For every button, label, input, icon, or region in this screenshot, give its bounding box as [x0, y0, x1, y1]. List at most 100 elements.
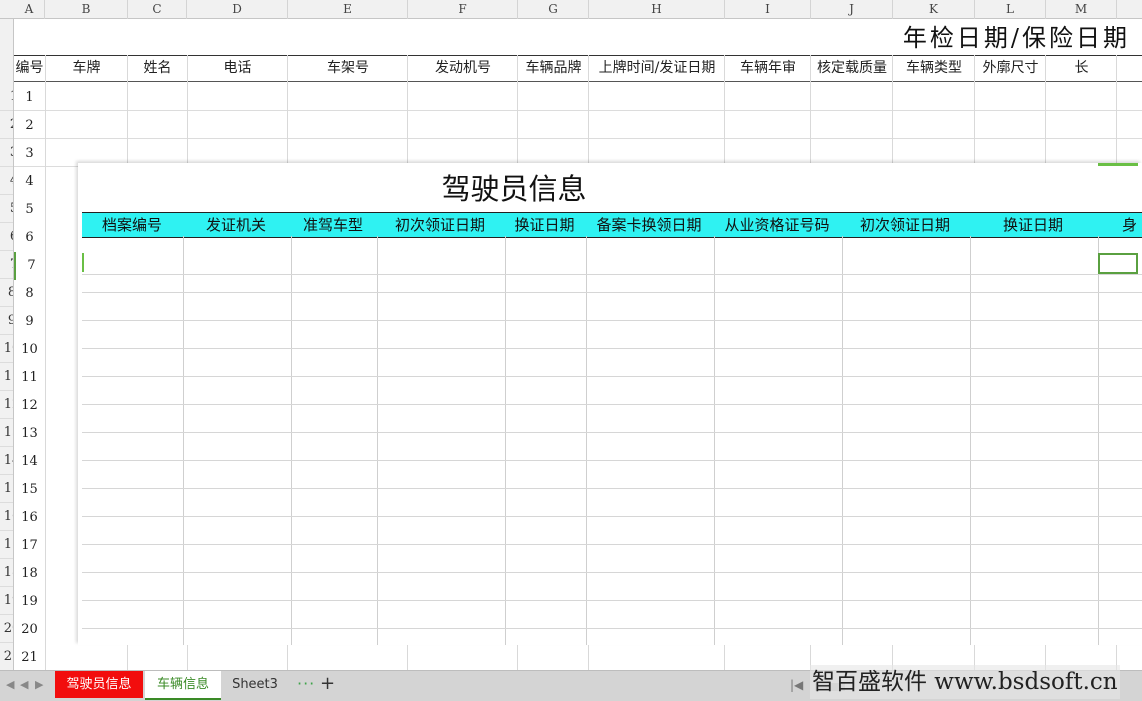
row-header-14[interactable]: 14 [0, 447, 13, 475]
row-header-15[interactable]: 15 [0, 475, 13, 503]
row-label-4[interactable]: 4 [14, 168, 45, 196]
ov-header-renewal-date-2[interactable]: 换证日期 [969, 213, 1097, 237]
row-label-20[interactable]: 20 [14, 616, 45, 644]
ov-header-first-license-date-2[interactable]: 初次领证日期 [841, 213, 969, 237]
row-label-7[interactable]: 7 [14, 252, 47, 280]
header-cell-engine[interactable]: 发动机号 [408, 56, 518, 81]
row-header-5[interactable]: 5 [0, 195, 13, 223]
row-labels: 1 2 3 4 5 6 7 8 9 10 11 12 13 14 15 16 1… [14, 84, 45, 670]
more-sheets-icon[interactable]: ··· [297, 674, 315, 693]
row-header-12[interactable]: 12 [0, 391, 13, 419]
column-header-a[interactable]: A [14, 0, 45, 19]
row-header-4[interactable]: 4 [0, 167, 13, 195]
tab-driver-info[interactable]: 驾驶员信息 [55, 671, 143, 698]
row-label-17[interactable]: 17 [14, 532, 45, 560]
header-cell-load[interactable]: 核定载质量 [811, 56, 893, 81]
first-sheet-icon[interactable]: ◀ [6, 678, 14, 691]
driver-info-header-row: 档案编号 发证机关 准驾车型 初次领证日期 换证日期 备案卡换领日期 从业资格证… [82, 212, 1142, 238]
row-label-3[interactable]: 3 [14, 140, 45, 168]
row-label-8[interactable]: 8 [14, 280, 45, 308]
row-header-6[interactable]: 6 [0, 223, 13, 251]
ov-header-qualification-no[interactable]: 从业资格证号码 [713, 213, 841, 237]
ov-hline [82, 600, 1142, 601]
header-cell-annual-review[interactable]: 车辆年审 [725, 56, 811, 81]
header-cell-plate[interactable]: 车牌 [45, 56, 128, 81]
row-label-9[interactable]: 9 [14, 308, 45, 336]
ov-vline [586, 236, 587, 645]
ov-header-file-no[interactable]: 档案编号 [82, 213, 182, 237]
header-cell-vehicle-type[interactable]: 车辆类型 [893, 56, 975, 81]
row-header-3[interactable]: 3 [0, 139, 13, 167]
prev-sheet-icon[interactable]: ◀ [20, 678, 28, 691]
column-header-i[interactable]: I [725, 0, 811, 19]
next-sheet-icon[interactable]: ▶ [35, 678, 43, 691]
header-cell-phone[interactable]: 电话 [187, 56, 288, 81]
header-cell-brand[interactable]: 车辆品牌 [518, 56, 589, 81]
ov-hline [82, 432, 1142, 433]
row-label-10[interactable]: 10 [14, 336, 45, 364]
row-label-16[interactable]: 16 [14, 504, 45, 532]
ov-header-issuer[interactable]: 发证机关 [182, 213, 290, 237]
row-label-12[interactable]: 12 [14, 392, 45, 420]
column-header-c[interactable]: C [128, 0, 187, 19]
row-header-19[interactable]: 19 [0, 587, 13, 615]
row-header-18[interactable]: 18 [0, 559, 13, 587]
row-label-19[interactable]: 19 [14, 588, 45, 616]
ov-hline [82, 292, 1142, 293]
row-label-2[interactable]: 2 [14, 112, 45, 140]
row-header-9[interactable]: 9 [0, 307, 13, 335]
row-label-11[interactable]: 11 [14, 364, 45, 392]
row-label-21[interactable]: 21 [14, 644, 45, 670]
row-header-1[interactable]: 1 [0, 83, 13, 111]
ov-hline [82, 628, 1142, 629]
column-header-g[interactable]: G [518, 0, 589, 19]
column-header-f[interactable]: F [408, 0, 518, 19]
ov-hline [82, 404, 1142, 405]
column-header-d[interactable]: D [187, 0, 288, 19]
column-header-e[interactable]: E [288, 0, 408, 19]
row-label-13[interactable]: 13 [14, 420, 45, 448]
row-header-20[interactable]: 20 [0, 615, 13, 643]
driver-info-sheet: 驾驶员信息 档案编号 发证机关 准驾车型 初次领证日期 换证日期 备案卡换领日期… [78, 163, 1142, 645]
row-label-14[interactable]: 14 [14, 448, 45, 476]
header-cell-register-date[interactable]: 上牌时间/发证日期 [589, 56, 725, 81]
scroll-left-icon[interactable]: |◀ [790, 678, 803, 692]
ov-hline [82, 320, 1142, 321]
header-cell-dimensions[interactable]: 外廓尺寸 [975, 56, 1046, 81]
row-label-5[interactable]: 5 [14, 196, 45, 224]
row-header-11[interactable]: 11 [0, 363, 13, 391]
row-label-15[interactable]: 15 [14, 476, 45, 504]
row-header-8[interactable]: 8 [0, 279, 13, 307]
column-header-h[interactable]: H [589, 0, 725, 19]
ov-header-card-renewal-date[interactable]: 备案卡换领日期 [585, 213, 713, 237]
ov-header-first-license-date[interactable]: 初次领证日期 [376, 213, 504, 237]
column-header-k[interactable]: K [893, 0, 975, 19]
selected-cell[interactable] [1098, 253, 1138, 274]
ov-header-vehicle-class[interactable]: 准驾车型 [290, 213, 376, 237]
ov-header-renewal-date[interactable]: 换证日期 [504, 213, 585, 237]
row-header-13[interactable]: 13 [0, 419, 13, 447]
row-header-16[interactable]: 16 [0, 503, 13, 531]
tab-vehicle-info[interactable]: 车辆信息 [145, 671, 221, 700]
ov-vline [291, 236, 292, 645]
header-cell-id[interactable]: 编号 [14, 56, 45, 81]
column-header-m[interactable]: M [1046, 0, 1117, 19]
ov-header-truncated[interactable]: 身 [1122, 213, 1142, 237]
add-sheet-icon[interactable]: + [320, 673, 335, 694]
row-header-21[interactable]: 21 [0, 643, 13, 670]
column-header-l[interactable]: L [975, 0, 1046, 19]
header-cell-length[interactable]: 长 [1046, 56, 1117, 81]
row-label-1[interactable]: 1 [14, 84, 45, 112]
row-header-7[interactable]: 7 [0, 251, 13, 279]
header-cell-name[interactable]: 姓名 [128, 56, 187, 81]
row-header-17[interactable]: 17 [0, 531, 13, 559]
row-label-18[interactable]: 18 [14, 560, 45, 588]
column-header-b[interactable]: B [45, 0, 128, 19]
column-header-j[interactable]: J [811, 0, 893, 19]
tab-sheet3[interactable]: Sheet3 [225, 671, 285, 698]
header-cell-vin[interactable]: 车架号 [288, 56, 408, 81]
row-header-10[interactable]: 10 [0, 335, 13, 363]
row-header-2[interactable]: 2 [0, 111, 13, 139]
row-label-6[interactable]: 6 [14, 224, 45, 252]
ov-vline [970, 236, 971, 645]
